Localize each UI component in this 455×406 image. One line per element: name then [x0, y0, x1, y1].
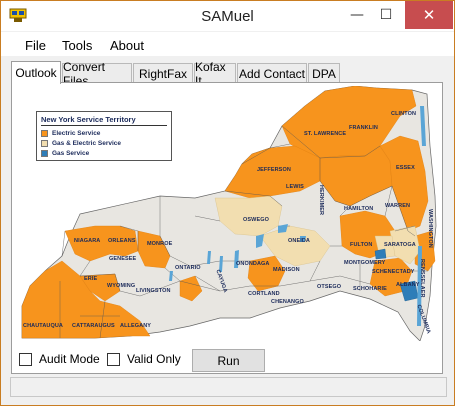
county-label: ONONDAGA [236, 261, 270, 267]
county-label: ALLEGANY [120, 323, 152, 329]
close-button[interactable]: ✕ [405, 1, 453, 29]
county-label: CORTLAND [248, 291, 280, 297]
county-label: ONEIDA [288, 238, 310, 244]
county-label: JEFFERSON [257, 167, 291, 173]
maximize-button[interactable]: ☐ [369, 1, 403, 29]
county-label: MADISON [273, 267, 300, 273]
county-label: MONTGOMERY [344, 260, 386, 266]
county-label: SCHOHARIE [353, 286, 387, 292]
county-label: WYOMING [107, 283, 136, 289]
tab-rightfax[interactable]: RightFax [133, 63, 193, 83]
legend-swatch-gas-electric [41, 139, 48, 147]
county-label: OTSEGO [317, 284, 342, 290]
map-legend: New York Service Territory Electric Serv… [36, 111, 172, 161]
menu-bar: File Tools About [1, 32, 454, 56]
county-label: GENESEE [109, 256, 137, 262]
audit-mode-checkbox[interactable] [19, 352, 32, 366]
county-label: FULTON [350, 242, 373, 248]
tab-dpa[interactable]: DPA [308, 63, 340, 83]
county-label: NIAGARA [74, 238, 101, 244]
legend-swatch-gas [41, 149, 48, 157]
legend-label-gas: Gas Service [52, 149, 90, 157]
county-label: RENSSELAER [419, 259, 425, 298]
county-label: WARREN [385, 203, 411, 209]
county-label: LEWIS [286, 184, 304, 190]
legend-swatch-electric [41, 129, 48, 137]
menu-tools[interactable]: Tools [62, 38, 92, 53]
tab-outlook[interactable]: Outlook [11, 61, 61, 84]
legend-label-gas-electric: Gas & Electric Service [52, 139, 122, 147]
county-label: ERIE [84, 276, 98, 282]
valid-only-label: Valid Only [127, 352, 181, 366]
audit-mode-option[interactable]: Audit Mode [19, 352, 100, 366]
menu-about[interactable]: About [110, 38, 144, 53]
tab-add-contact[interactable]: Add Contact [237, 63, 307, 83]
county-label: CHENANGO [271, 299, 304, 305]
status-bar [10, 377, 447, 397]
county-label: HERKIMER [318, 185, 324, 216]
county-label: ONTARIO [175, 265, 201, 271]
county-label: HAMILTON [344, 206, 374, 212]
tab-kofax-it[interactable]: Kofax It [194, 60, 236, 88]
legend-label-electric: Electric Service [52, 129, 101, 137]
county-label: WASHINGTON [427, 209, 433, 248]
county-label: ORLEANS [108, 238, 136, 244]
county-label: CHAUTAUQUA [23, 323, 64, 329]
county-label: FRANKLIN [349, 125, 378, 131]
valid-only-checkbox[interactable] [107, 352, 120, 366]
county-label: ESSEX [396, 165, 415, 171]
tab-convert-files[interactable]: Convert Files [62, 60, 132, 88]
valid-only-option[interactable]: Valid Only [107, 352, 181, 366]
title-bar[interactable]: SAMuel — ☐ ✕ [1, 1, 454, 31]
run-button[interactable]: Run [192, 349, 265, 372]
county-label: CLINTON [391, 111, 417, 117]
county-label: LIVINGSTON [136, 288, 171, 294]
county-label: ALBANY [396, 282, 420, 288]
county-label: SARATOGA [384, 242, 416, 248]
legend-title: New York Service Territory [41, 115, 167, 126]
county-label: ST. LAWRENCE [304, 131, 347, 137]
legend-entry-gas-electric: Gas & Electric Service [41, 138, 167, 148]
legend-entry-electric: Electric Service [41, 128, 167, 138]
tab-strip: Outlook Convert Files RightFax Kofax It … [11, 60, 451, 88]
county-label: OSWEGO [243, 217, 269, 223]
audit-mode-label: Audit Mode [39, 352, 100, 366]
county-label: MONROE [147, 241, 173, 247]
county-label: SCHENECTADY [372, 269, 415, 275]
county-label: CATTARAUGUS [72, 323, 115, 329]
legend-entry-gas: Gas Service [41, 148, 167, 158]
menu-file[interactable]: File [25, 38, 46, 53]
app-window: SAMuel — ☐ ✕ File Tools About Outlook Co… [0, 0, 455, 406]
